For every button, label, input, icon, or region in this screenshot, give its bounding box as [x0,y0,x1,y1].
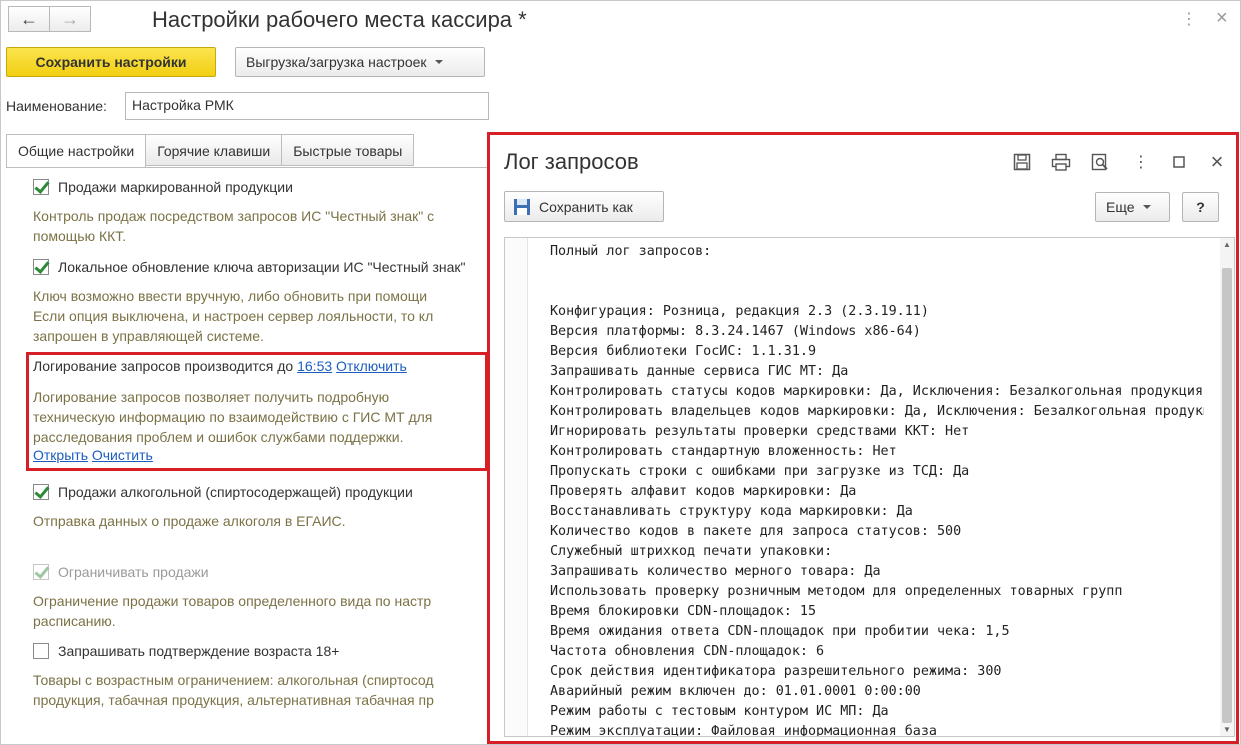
log-line: Проверять алфавит кодов маркировки: Да [550,484,857,499]
log-line: Контролировать статусы кодов маркировки:… [550,384,1204,399]
log-line: Контролировать стандартную вложенность: … [550,444,897,459]
log-line: Режим эксплуатации: Файловая информацион… [550,724,937,737]
age-check-desc: Товары с возрастным ограничением: алкого… [33,670,434,710]
logging-text: Логирование запросов производится до [33,358,294,374]
log-line: Служебный штрихкод печати упаковки: [550,544,833,559]
desc-line: Ограничение продажи товаров определенног… [33,593,432,609]
log-line: Частота обновления CDN-площадок: 6 [550,644,825,659]
desc-line: расписанию. [33,613,116,629]
log-line: Время ожидания ответа CDN-площадок при п… [550,624,1010,639]
more-label: Еще [1106,199,1135,215]
close-icon[interactable]: × [1216,7,1228,30]
floppy-icon [514,198,530,215]
log-line: Конфигурация: Розница, редакция 2.3 (2.3… [550,304,929,319]
desc-line: Логирование запросов позволяет получить … [33,389,390,405]
log-scrollbar[interactable]: ▲ ▼ [1220,238,1234,736]
scroll-down-icon[interactable]: ▼ [1223,725,1231,734]
log-line: Пропускать строки с ошибками при загрузк… [550,464,970,479]
local-key-checkbox-row[interactable]: Локальное обновление ключа авторизации И… [33,259,466,275]
log-dialog: Лог запросов ⋮ × Сохранить как Еще ? Пол… [490,135,1235,742]
scroll-up-icon[interactable]: ▲ [1223,240,1231,249]
logging-time-link[interactable]: 16:53 [297,358,332,374]
local-key-label: Локальное обновление ключа авторизации И… [58,259,466,275]
print-icon[interactable] [1051,152,1071,172]
desc-line: расследования проблем и ошибок службами … [33,429,404,445]
clear-log-link[interactable]: Очистить [92,447,153,463]
log-line: Время блокировки CDN-площадок: 15 [550,604,817,619]
marked-goods-label: Продажи маркированной продукции [58,179,293,195]
preview-icon[interactable] [1090,152,1110,172]
log-line: Игнорировать результаты проверки средств… [550,424,970,439]
desc-line: продукция, табачная продукция, альтернат… [33,692,434,708]
open-log-link[interactable]: Открыть [33,447,88,463]
age-check-checkbox[interactable] [33,643,49,659]
log-dialog-title: Лог запросов [504,149,639,174]
local-key-desc: Ключ возможно ввести вручную, либо обнов… [33,286,433,346]
log-line: Использовать проверку розничным методом … [550,584,1123,599]
log-line: Версия платформы: 8.3.24.1467 (Windows x… [550,324,921,339]
log-line: Контролировать владельцев кодов маркиров… [550,404,1204,419]
alcohol-checkbox-row[interactable]: Продажи алкогольной (спиртосодержащей) п… [33,484,413,500]
more-icon[interactable]: ⋮ [1131,152,1151,172]
log-line: Режим работы с тестовым контуром ИС МП: … [550,704,889,719]
logging-disable-link[interactable]: Отключить [336,358,407,374]
desc-line: Если опция выключена, и настроен сервер … [33,308,434,324]
logging-status: Логирование запросов производится до 16:… [33,358,407,374]
alcohol-checkbox[interactable] [33,484,49,500]
marked-goods-desc: Контроль продаж посредством запросов ИС … [33,206,434,246]
log-textarea[interactable]: Полный лог запросов: Конфигурация: Розни… [504,237,1235,737]
marked-goods-checkbox[interactable] [33,179,49,195]
help-label: ? [1196,199,1205,215]
save-as-button[interactable]: Сохранить как [504,191,664,222]
local-key-checkbox[interactable] [33,259,49,275]
log-line: Восстанавливать структуру кода маркировк… [550,504,913,519]
save-as-label: Сохранить как [539,198,633,215]
log-line: Срок действия идентификатора разрешитель… [550,664,1002,679]
marked-goods-checkbox-row[interactable]: Продажи маркированной продукции [33,179,293,195]
more-dropdown-button[interactable]: Еще [1095,192,1170,222]
alcohol-desc: Отправка данных о продаже алкоголя в ЕГА… [33,511,346,531]
age-check-checkbox-row[interactable]: Запрашивать подтверждение возраста 18+ [33,643,339,659]
save-icon[interactable] [1012,152,1032,172]
log-line: Запрашивать данные сервиса ГИС МТ: Да [550,364,849,379]
log-line: Количество кодов в пакете для запроса ст… [550,524,962,539]
age-check-label: Запрашивать подтверждение возраста 18+ [58,643,340,659]
desc-line: запрошен в управляющей системе. [33,328,264,344]
desc-line: Ключ возможно ввести вручную, либо обнов… [33,288,428,304]
settings-list: Продажи маркированной продукции Контроль… [1,1,491,744]
settings-window: ← → Настройки рабочего места кассира * ⋮… [0,0,1241,745]
log-line: Запрашивать количество мерного товара: Д… [550,564,881,579]
chevron-down-icon [1142,205,1151,209]
desc-line: техническую информацию по взаимодействию… [33,409,433,425]
log-text: Полный лог запросов: Конфигурация: Розни… [550,242,1204,737]
alcohol-label: Продажи алкогольной (спиртосодержащей) п… [58,484,413,500]
log-line: Версия библиотеки ГосИС: 1.1.31.9 [550,344,817,359]
desc-line: Отправка данных о продаже алкоголя в ЕГА… [33,513,346,529]
log-gutter [505,238,528,736]
logging-links: Открыть Очистить [33,447,153,463]
restrict-desc: Ограничение продажи товаров определенног… [33,591,431,631]
restrict-label: Ограничивать продажи [58,564,209,580]
more-icon[interactable]: ⋮ [1181,9,1197,29]
logging-desc: Логирование запросов позволяет получить … [33,387,432,447]
scroll-thumb[interactable] [1222,268,1232,723]
log-line: Аварийный режим включен до: 01.01.0001 0… [550,684,921,699]
close-icon[interactable]: × [1207,149,1227,174]
log-line: Полный лог запросов: [550,244,712,259]
restrict-checkbox [33,564,49,580]
desc-line: помощью ККТ. [33,228,127,244]
desc-line: Контроль продаж посредством запросов ИС … [33,208,435,224]
help-button[interactable]: ? [1182,192,1219,222]
desc-line: Товары с возрастным ограничением: алкого… [33,672,434,688]
restrict-checkbox-row: Ограничивать продажи [33,564,209,580]
maximize-icon[interactable] [1169,152,1189,172]
